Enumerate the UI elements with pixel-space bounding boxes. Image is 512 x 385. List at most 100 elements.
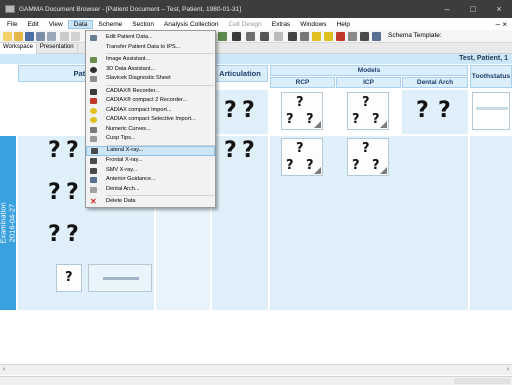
horizontal-scrollbar[interactable]: ‹ › (0, 364, 512, 375)
menu-item-dental-arch[interactable]: Dental Arch... (86, 185, 215, 195)
recorder-icon[interactable] (260, 32, 269, 41)
unknown-data-icon: ? (296, 141, 304, 156)
menu-data[interactable]: Data (67, 19, 94, 29)
menu-scheme[interactable]: Scheme (93, 21, 127, 28)
dental-arch-icon (90, 186, 97, 193)
column-header-rcp[interactable]: RCP (270, 77, 335, 88)
row-header-date: 2016-04-27 (8, 203, 17, 243)
delete-icon: ✕ (90, 197, 97, 206)
menu-item-lateral-xray[interactable]: Lateral X-ray... (86, 146, 215, 156)
copy-icon[interactable] (71, 32, 80, 41)
grid-icon[interactable] (300, 32, 309, 41)
menu-item-image-assistant[interactable]: Image Assistant... (86, 55, 215, 65)
cadiax-compact-2-icon (90, 98, 97, 104)
curves-icon[interactable] (288, 32, 297, 41)
menu-view[interactable]: View (44, 21, 68, 28)
import-icon[interactable] (312, 32, 321, 41)
menu-item-cusp-tips[interactable]: Cusp Tips... (86, 134, 215, 144)
app-icon (5, 5, 15, 13)
image-icon[interactable] (218, 32, 227, 41)
column-header-dental-arch[interactable]: Dental Arch (402, 77, 468, 88)
menu-extras[interactable]: Extras (267, 21, 295, 28)
data-menu-dropdown: Edit Patient Data... Transfer Patient Da… (85, 30, 216, 208)
tab-workspace[interactable]: Workspace (0, 43, 37, 54)
unknown-data-icon: ? (48, 180, 61, 205)
status-bar (0, 376, 512, 385)
menu-item-frontal-xray[interactable]: Frontal X-ray... (86, 156, 215, 166)
patient-photo-thumbnail[interactable]: ? (56, 264, 82, 292)
toothstatus-cell[interactable] (470, 136, 512, 310)
resize-corner-icon (314, 167, 321, 174)
close-button[interactable]: × (486, 4, 512, 14)
toothstatus-thumbnail[interactable] (472, 92, 510, 130)
menu-item-cadiax-compact-2-recorder[interactable]: CADIAX® compact 2 Recorder... (86, 96, 215, 106)
open-folder-icon[interactable] (14, 32, 23, 41)
menu-item-cadiax-compact-selective-import[interactable]: CADIAX compact Selective Import... (86, 115, 215, 125)
menu-file[interactable]: File (2, 21, 22, 28)
unknown-data-icon: ? (372, 112, 380, 127)
unknown-data-icon: ? (306, 112, 314, 127)
resize-corner-icon (314, 121, 321, 128)
print-preview-icon[interactable] (47, 32, 56, 41)
cell-dental-arch[interactable]: ? ? (402, 90, 468, 134)
title-bar: GAMMA Document Browser - [Patient Docume… (0, 0, 512, 18)
menu-item-delete-data[interactable]: ✕ Delete Data (86, 197, 215, 207)
unknown-data-icon: ? (48, 222, 61, 247)
smv-xray-icon (90, 167, 97, 174)
cadiax-recorder-icon (90, 88, 97, 95)
cusp-icon[interactable] (348, 32, 357, 41)
3d-icon[interactable] (232, 32, 241, 41)
rcp-thumbnail[interactable]: ? ? ? (281, 92, 323, 130)
menu-item-cadiax-recorder[interactable]: CADIAX® Recorder... (86, 87, 215, 97)
cadiax-selective-import-icon (90, 117, 97, 123)
print-icon[interactable] (36, 32, 45, 41)
menu-section[interactable]: Section (127, 21, 159, 28)
selective-import-icon[interactable] (324, 32, 333, 41)
maximize-button[interactable]: □ (460, 4, 486, 14)
xray-icon[interactable] (360, 32, 369, 41)
unknown-data-icon: ? (352, 158, 360, 173)
minimize-button[interactable]: – (434, 4, 460, 14)
new-document-icon[interactable] (3, 32, 12, 41)
menu-item-anterior-guidance[interactable]: Anterior Guidance... (86, 175, 215, 185)
document-window-controls[interactable]: – × (496, 20, 512, 29)
scroll-right-icon[interactable]: › (507, 366, 509, 373)
unknown-data-icon: ? (296, 95, 304, 110)
column-header-icp[interactable]: ICP (336, 77, 401, 88)
menu-item-numeric-curves[interactable]: Numeric Curves... (86, 125, 215, 135)
unknown-data-icon: ? (416, 98, 429, 123)
articulation-cell[interactable]: ? ? (212, 136, 268, 310)
menu-item-transfer-patient-data[interactable]: Transfer Patient Data to IPS... (86, 43, 215, 53)
menu-item-smv-xray[interactable]: SMV X-ray... (86, 166, 215, 176)
row-header-examination[interactable]: Examination 2016-04-27 (0, 136, 17, 310)
column-header-toothstatus[interactable]: Toothstatus (470, 65, 512, 88)
menu-item-3d-data-assistant[interactable]: 3D Data Assistant... (86, 65, 215, 75)
menu-cell-design[interactable]: Cell Design (224, 21, 267, 28)
models-cell[interactable]: ? ? ? ? ? ? (270, 136, 468, 310)
column-header-articulation[interactable]: Articulation (212, 65, 268, 82)
guidance-icon[interactable] (372, 32, 381, 41)
unknown-data-icon: ? (224, 98, 237, 123)
menu-analysis-collection[interactable]: Analysis Collection (159, 21, 224, 28)
lateral-xray-thumbnail[interactable] (88, 264, 152, 292)
workspace: Test, Patient, 1 Patient Articulation Mo… (0, 54, 512, 376)
compact-recorder-icon[interactable] (336, 32, 345, 41)
save-icon[interactable] (25, 32, 34, 41)
icp-thumbnail[interactable]: ? ? ? (347, 138, 389, 176)
cut-icon[interactable] (60, 32, 69, 41)
menu-help[interactable]: Help (332, 21, 355, 28)
menu-edit[interactable]: Edit (22, 21, 43, 28)
column-header-models[interactable]: Models (270, 65, 468, 76)
cell-articulation-1[interactable]: ? ? (212, 90, 268, 134)
menu-windows[interactable]: Windows (295, 21, 331, 28)
rcp-thumbnail[interactable]: ? ? ? (281, 138, 323, 176)
icp-thumbnail[interactable]: ? ? ? (347, 92, 389, 130)
sheet-icon[interactable] (274, 32, 283, 41)
menu-item-cadiax-compact-import[interactable]: CADIAX compact Import... (86, 106, 215, 116)
menu-item-slavicek-diagnostic-sheet[interactable]: Slavicek Diagnostic Sheet (86, 74, 215, 84)
unknown-data-icon: ? (242, 138, 255, 163)
scroll-left-icon[interactable]: ‹ (3, 366, 5, 373)
tab-presentation[interactable]: Presentation (37, 43, 78, 54)
menu-item-edit-patient-data[interactable]: Edit Patient Data... (86, 33, 215, 43)
diagnostic-icon[interactable] (246, 32, 255, 41)
